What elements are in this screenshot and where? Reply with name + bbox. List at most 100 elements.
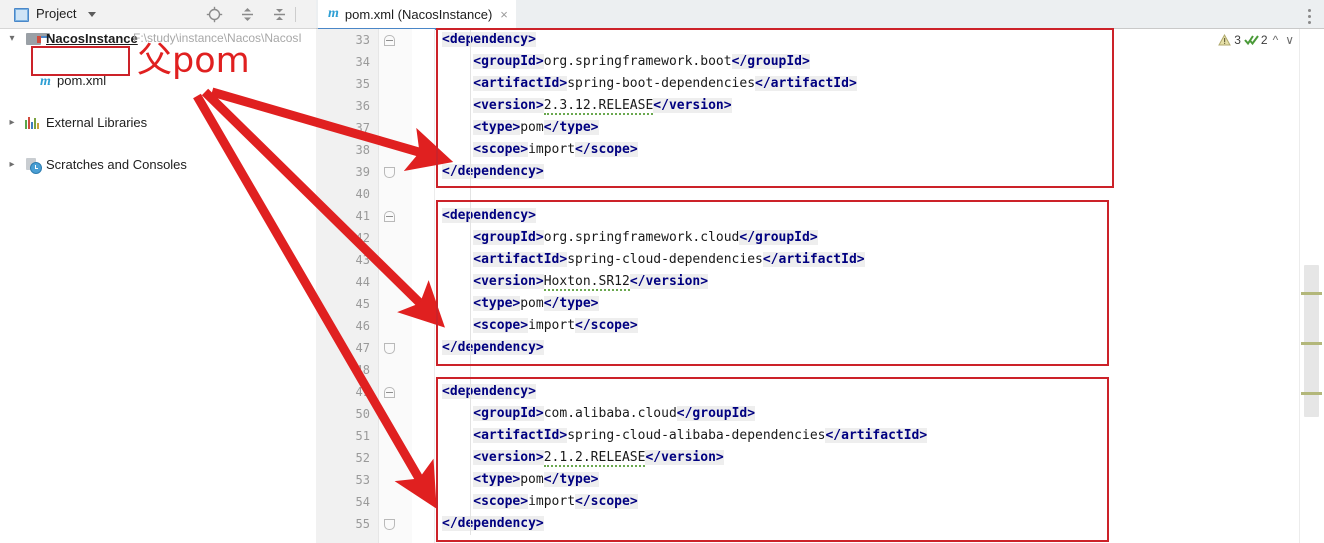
code-token-tag: <artifactId> [473, 76, 568, 91]
code-line: <scope>import</scope> [473, 139, 638, 161]
code-line: <scope>import</scope> [473, 315, 638, 337]
code-line: <artifactId>spring-boot-dependencies</ar… [473, 73, 857, 95]
code-token-tag: <artifactId> [473, 428, 568, 443]
code-token-txt: org.springframework.boot [543, 54, 732, 69]
tree-node-external-libraries[interactable]: ▸ External Libraries [0, 112, 316, 133]
code-token-tag: <type> [473, 296, 521, 311]
code-token-txt: import [528, 318, 576, 333]
select-opened-file-icon[interactable] [205, 5, 224, 24]
chevron-expanded-icon[interactable]: ▾ [6, 28, 18, 49]
chevron-down-icon[interactable] [88, 12, 96, 17]
line-number: 36 [355, 99, 370, 113]
code-line: <type>pom</type> [473, 293, 599, 315]
code-content[interactable]: <dependency> <groupId>org.springframework… [434, 29, 1300, 543]
idea-window: Project ▾ NacosInstance F:\study\instanc… [0, 0, 1324, 543]
toolbar-divider [295, 7, 296, 22]
scrollbar-warning-marker[interactable] [1301, 392, 1322, 395]
line-number: 42 [355, 231, 370, 245]
code-line: <dependency> [442, 381, 536, 403]
code-token-txt: org.springframework.cloud [543, 230, 740, 245]
fold-end-icon[interactable] [384, 343, 395, 354]
line-number: 47 [355, 341, 370, 355]
code-line: <groupId>com.alibaba.cloud</groupId> [473, 403, 756, 425]
editor-area: m pom.xml (NacosInstance) × 33 34 35 36 37 38… [316, 0, 1324, 543]
code-token-tag: <type> [473, 120, 521, 135]
line-number: 51 [355, 429, 370, 443]
code-line: <artifactId>spring-cloud-dependencies</a… [473, 249, 865, 271]
line-number: 48 [355, 363, 370, 377]
editor-annotation-bar [412, 29, 435, 543]
inspection-widget[interactable]: 3 2 ^ ∨ [1218, 33, 1296, 47]
line-number: 39 [355, 165, 370, 179]
chevron-collapsed-icon[interactable]: ▸ [6, 154, 18, 175]
code-token-txt: spring-cloud-dependencies [567, 252, 763, 267]
expand-all-icon[interactable] [238, 5, 257, 24]
code-token-tag: </type> [543, 296, 599, 311]
code-line: <type>pom</type> [473, 469, 599, 491]
scrollbar-warning-marker[interactable] [1301, 342, 1322, 345]
chevron-collapsed-icon[interactable]: ▸ [6, 112, 18, 133]
ok-count: 2 [1260, 33, 1268, 47]
code-token-tag: <dependency> [442, 384, 536, 399]
code-line: <version>Hoxton.SR12</version> [473, 271, 709, 293]
editor-gutter-line-numbers: 33 34 35 36 37 38 39 40 41 42 43 44 45 46 47 48 49 50 51 52… [316, 29, 378, 543]
fold-start-icon[interactable] [384, 387, 395, 398]
chevron-down-icon[interactable]: ∨ [1283, 33, 1296, 47]
code-token-tag: </version> [653, 98, 732, 113]
project-panel-title: Project [36, 6, 77, 21]
code-token-tag: </artifactId> [762, 252, 865, 267]
line-number: 35 [355, 77, 370, 91]
fold-start-icon[interactable] [384, 211, 395, 222]
code-token-tag: </groupId> [676, 406, 756, 421]
code-token-sq: 2.1.2.RELEASE [543, 450, 646, 467]
code-token-tag: </scope> [575, 494, 638, 509]
fold-start-icon[interactable] [384, 35, 395, 46]
editor-fold-column [378, 29, 413, 543]
more-vertical-icon[interactable] [1300, 4, 1318, 24]
line-number: 54 [355, 495, 370, 509]
code-line: <artifactId>spring-cloud-alibaba-depende… [473, 425, 928, 447]
chevron-up-icon[interactable]: ^ [1271, 33, 1281, 47]
fold-end-icon[interactable] [384, 167, 395, 178]
tree-node-pomxml[interactable]: m pom.xml [0, 70, 316, 91]
project-window-icon [14, 8, 29, 22]
code-token-tag: <groupId> [473, 406, 544, 421]
editor-scrollbar[interactable] [1299, 29, 1324, 543]
line-number: 55 [355, 517, 370, 531]
code-token-txt: pom [520, 472, 544, 487]
code-token-tag: <dependency> [442, 208, 536, 223]
tree-node-nacosinstance[interactable]: ▾ NacosInstance F:\study\instance\Nacos\… [0, 28, 316, 49]
code-token-tag: <groupId> [473, 54, 544, 69]
project-tree: ▾ NacosInstance F:\study\instance\Nacos\… [0, 28, 316, 174]
editor-tab-pomxml[interactable]: m pom.xml (NacosInstance) × [318, 0, 516, 30]
code-token-tag: </type> [543, 472, 599, 487]
line-number: 41 [355, 209, 370, 223]
line-number: 53 [355, 473, 370, 487]
code-line: <groupId>org.springframework.boot</group… [473, 51, 810, 73]
code-token-tag: <scope> [473, 494, 529, 509]
code-token-txt: spring-boot-dependencies [567, 76, 756, 91]
code-line: <dependency> [442, 29, 536, 51]
code-token-tag: <version> [473, 450, 544, 465]
line-number: 34 [355, 55, 370, 69]
fold-end-icon[interactable] [384, 519, 395, 530]
project-panel-header: Project [0, 0, 316, 29]
line-number: 38 [355, 143, 370, 157]
tree-label-pomxml: pom.xml [57, 73, 107, 88]
scrollbar-warning-marker[interactable] [1301, 292, 1322, 295]
code-line: </dependency> [442, 513, 544, 535]
code-line: <version>2.1.2.RELEASE</version> [473, 447, 724, 469]
tree-node-scratches-and-consoles[interactable]: ▸ Scratches and Consoles [0, 154, 316, 175]
close-icon[interactable]: × [500, 7, 508, 22]
scratches-icon [25, 158, 42, 174]
code-token-tag: </type> [543, 120, 599, 135]
code-token-tag: <version> [473, 274, 544, 289]
line-number: 43 [355, 253, 370, 267]
code-token-tag: </groupId> [731, 54, 810, 69]
code-token-txt: spring-cloud-alibaba-dependencies [567, 428, 826, 443]
collapse-all-icon[interactable] [270, 5, 289, 24]
code-token-txt: import [528, 494, 576, 509]
code-token-txt: import [528, 142, 576, 157]
tree-label-nacosinstance: NacosInstance [46, 31, 138, 46]
maven-m-icon: m [40, 74, 51, 89]
